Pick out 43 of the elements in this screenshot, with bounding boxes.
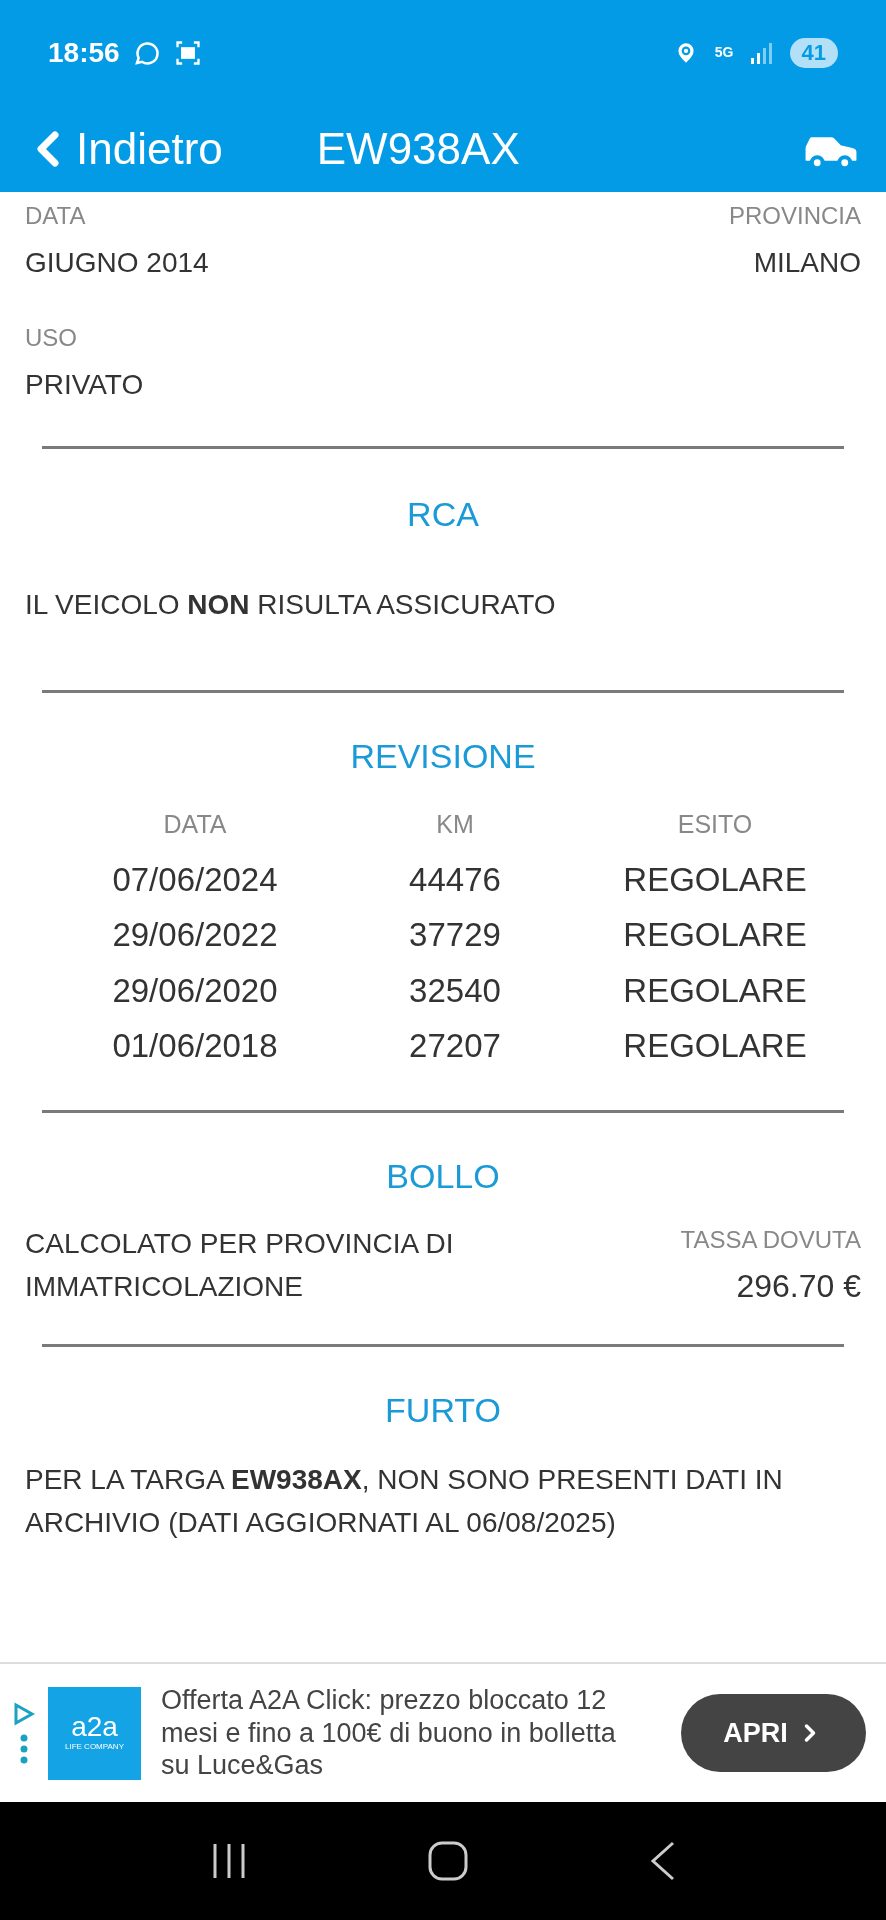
- advertiser-logo: a2a LIFE COMPANY: [48, 1686, 141, 1780]
- field-value: PRIVATO: [25, 368, 144, 402]
- table-cell-text: 44476: [408, 859, 502, 900]
- column-header: ESITO: [676, 809, 754, 840]
- home-icon[interactable]: [428, 1841, 468, 1881]
- table-cell-text: REGOLARE: [622, 970, 808, 1011]
- table-cell-text: 32540: [408, 970, 502, 1011]
- column-header: KM: [435, 809, 475, 840]
- tax-description: CALCOLATO PER PROVINCIA DI IMMATRICOLAZIONE: [25, 1226, 455, 1305]
- field-label: DATA: [25, 201, 86, 231]
- table-cell-text: 29/06/2022: [111, 915, 279, 955]
- insurance-status: IL VEICOLO NON RISULTA ASSICURATO: [24, 588, 557, 622]
- screenshot-icon: [173, 38, 202, 67]
- network-type: 5G: [714, 43, 734, 62]
- section-heading: RCA: [407, 494, 479, 535]
- ad-text: Offerta A2A Click: prezzo bloccato 12 mesi e fino a 100€ di buono in bolletta su Luce&Gas: [161, 1684, 617, 1782]
- section-heading: BOLLO: [386, 1155, 500, 1197]
- open-button[interactable]: APRI: [681, 1694, 866, 1772]
- table-cell-text: 27207: [408, 1026, 502, 1066]
- back-icon[interactable]: [649, 1841, 676, 1881]
- status-time: 18:56: [48, 35, 120, 70]
- tax-label: TASSA DOVUTA: [680, 1224, 861, 1255]
- section-heading: REVISIONE: [350, 736, 536, 777]
- page-title: EW938AX: [316, 122, 520, 175]
- table-cell-text: REGOLARE: [622, 859, 808, 900]
- battery-indicator: 41: [789, 37, 838, 68]
- more-icon[interactable]: [20, 1734, 28, 1764]
- field-value: GIUGNO 2014: [25, 246, 209, 280]
- column-header: DATA: [162, 809, 228, 840]
- table-cell-text: REGOLARE: [622, 915, 808, 955]
- tax-amount: 296.70 €: [736, 1266, 861, 1306]
- field-label: USO: [25, 323, 77, 353]
- section-heading: FURTO: [385, 1389, 501, 1431]
- field-label: PROVINCIA: [728, 201, 861, 231]
- ad-choices-icon[interactable]: [12, 1702, 36, 1726]
- signal-icon: [749, 41, 774, 64]
- table-cell-text: 37729: [408, 915, 502, 955]
- table-cell-text: REGOLARE: [622, 1026, 808, 1066]
- table-cell-text: 07/06/2024: [111, 859, 279, 900]
- table-cell-text: 29/06/2020: [111, 970, 279, 1011]
- theft-status: PER LA TARGA EW938AX, NON SONO PRESENTI DATI IN ARCHIVIO (DATI AGGIORNATI AL 06/08/2025): [24, 1462, 784, 1541]
- table-cell-text: 01/06/2018: [111, 1026, 279, 1066]
- field-value: MILANO: [753, 246, 861, 280]
